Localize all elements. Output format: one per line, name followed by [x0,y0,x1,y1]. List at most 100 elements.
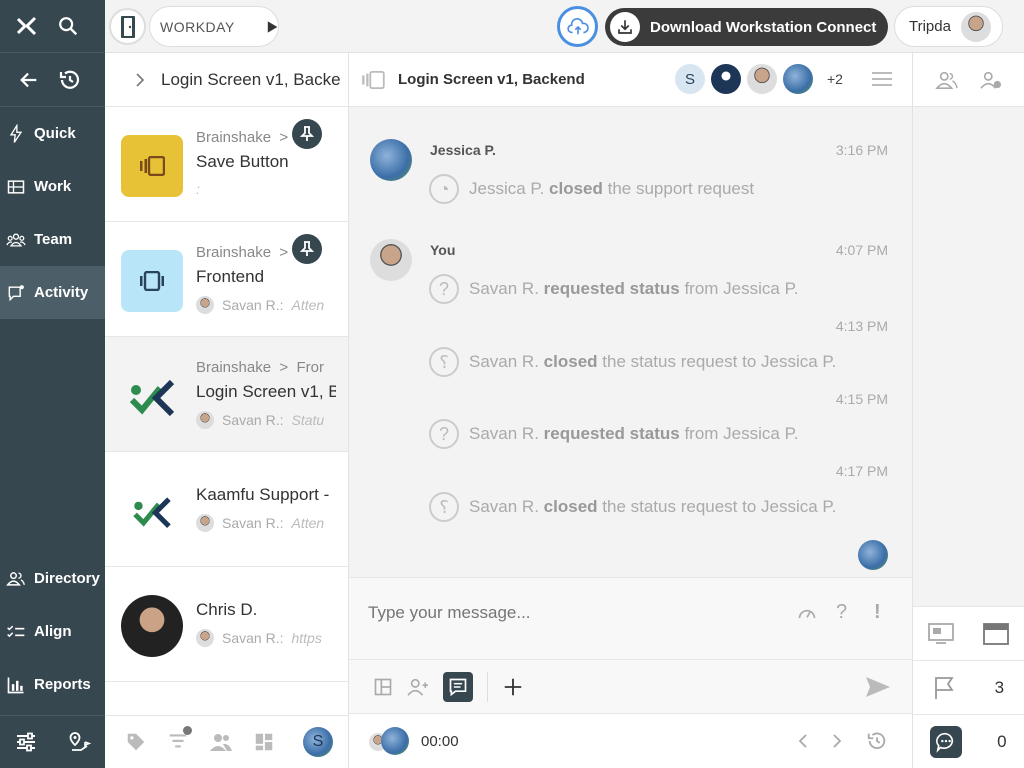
chevron-left-icon[interactable] [798,733,808,749]
compose-area: ? ! [349,577,912,659]
task-card-icon [140,156,165,176]
chat-bubble-icon [8,284,24,301]
message-time: 3:16 PM [835,142,888,158]
nav-item-reports[interactable]: Reports [0,658,105,711]
sender-avatar [370,139,412,181]
more-members-count: +2 [827,71,843,87]
nav-top-bar [0,0,105,53]
rail-content [913,107,1024,606]
workday-toggle[interactable]: WORKDAY [149,6,279,47]
bar-chart-icon [7,677,24,693]
kaamfu-logo-thumbnail [121,480,183,542]
person-settings-icon[interactable] [979,70,1003,90]
cloud-upload-button[interactable] [557,6,598,47]
chevron-right-icon[interactable] [832,733,842,749]
message-input[interactable] [368,598,768,628]
item-title: Kaamfu Support - [196,485,330,504]
download-workstation-button[interactable]: Download Workstation Connect [605,8,888,46]
rail-flags[interactable]: 3 [913,660,1024,714]
search-icon[interactable] [57,15,79,37]
chat-footer: 00:00 [349,713,912,768]
item-title: Login Screen v1, B [196,382,336,401]
gauge-icon: ◔ [429,174,459,204]
map-pin-route-icon[interactable] [67,730,91,754]
top-bar: WORKDAY Download Workstation Connect Tri… [105,0,1024,53]
door-exit-button[interactable] [109,8,146,45]
bolt-icon [9,123,23,143]
nav-item-work[interactable]: Work [0,160,105,213]
nav-item-label: Work [34,178,72,195]
message-sender: Jessica P. [430,142,496,158]
chevron-right-icon[interactable] [135,72,145,87]
message-time: 4:15 PM [835,391,888,407]
plus-icon[interactable] [502,676,524,698]
nav-item-team[interactable]: Team [0,213,105,266]
message-text: ? Savan R. requested status from Jessica… [429,419,798,449]
exclamation-icon[interactable]: ! [874,601,881,624]
pin-icon [300,241,314,256]
picture-in-picture-icon[interactable] [983,622,1010,645]
kaamfu-logo-thumbnail [121,365,183,427]
screen-icon[interactable] [927,622,954,645]
workspace-avatar[interactable]: S [303,727,333,757]
task-thumbnail [121,135,183,197]
table-icon [7,179,25,194]
left-nav: Quick Work Team Activity Directory Align… [0,0,105,768]
user-name: Tripda [909,18,951,35]
history-icon[interactable] [866,730,888,752]
flag-icon [934,676,954,699]
people-icon[interactable] [209,731,233,753]
question-icon[interactable]: ? [836,601,847,624]
nav-lower-group: Directory Align Reports [0,552,105,711]
list-item[interactable]: Brainshake > r Frontend Savan R.:Atten [105,222,348,337]
nav-item-align[interactable]: Align [0,605,105,658]
layout-icon[interactable] [373,677,393,697]
tag-icon[interactable] [125,731,147,753]
message-text: ◔ Jessica P. closed the support request [429,174,754,204]
people-icon[interactable] [934,70,959,90]
filter-button[interactable] [167,725,192,756]
nav-item-label: Directory [34,570,100,587]
chat-dots-icon [936,732,954,753]
nav-item-activity[interactable]: Activity [0,266,105,319]
pin-button[interactable] [292,119,322,149]
nav-item-quick[interactable]: Quick [0,107,105,160]
message-mode-button[interactable] [443,671,473,702]
user-menu[interactable]: Tripda [894,6,1003,47]
list-footer-toolbar: S [105,715,349,768]
rail-chats[interactable]: 0 [913,714,1024,768]
list-item[interactable]: Kaamfu Support - Savan R.: Atten [105,452,348,567]
mini-avatar [381,727,409,755]
task-card-icon [140,271,164,291]
hamburger-menu-icon[interactable] [872,71,892,87]
nav-item-label: Quick [34,125,76,142]
item-title: Frontend [196,267,265,286]
list-item[interactable]: Brainshake > r Save Button : [105,107,348,222]
gauge-icon[interactable] [797,604,817,624]
compose-toolbar [349,659,912,713]
list-item[interactable]: Brainshake > Fror Login Screen v1, B Sav… [105,337,348,452]
task-card-icon[interactable] [361,70,385,89]
rail-top [913,53,1024,107]
chat-title: Login Screen v1, Backend [398,71,585,88]
sender-avatar [370,239,412,281]
pin-button[interactable] [292,234,322,264]
message-thread: Jessica P. 3:16 PM ◔ Jessica P. closed t… [349,107,912,631]
chat-header: Login Screen v1, Backend S +2 [349,53,912,107]
nav-item-label: Activity [34,284,89,301]
pin-icon [300,126,314,141]
kaamfu-logo-icon[interactable] [15,14,39,38]
back-arrow-icon[interactable] [18,69,40,91]
send-icon[interactable] [864,675,892,699]
add-person-icon[interactable] [407,677,429,697]
item-preview: Savan R.: Atten [196,296,336,314]
settings-sliders-icon[interactable] [14,730,38,754]
dashboard-grid-icon[interactable] [253,731,275,753]
list-item[interactable]: Chris D. Savan R.: https [105,567,348,682]
people-icon [6,571,25,586]
history-icon[interactable] [58,68,82,92]
nav-item-directory[interactable]: Directory [0,552,105,605]
mini-avatar [196,411,214,429]
member-avatars[interactable]: S +2 [675,64,843,94]
item-breadcrumb: Brainshake > r [196,129,301,146]
